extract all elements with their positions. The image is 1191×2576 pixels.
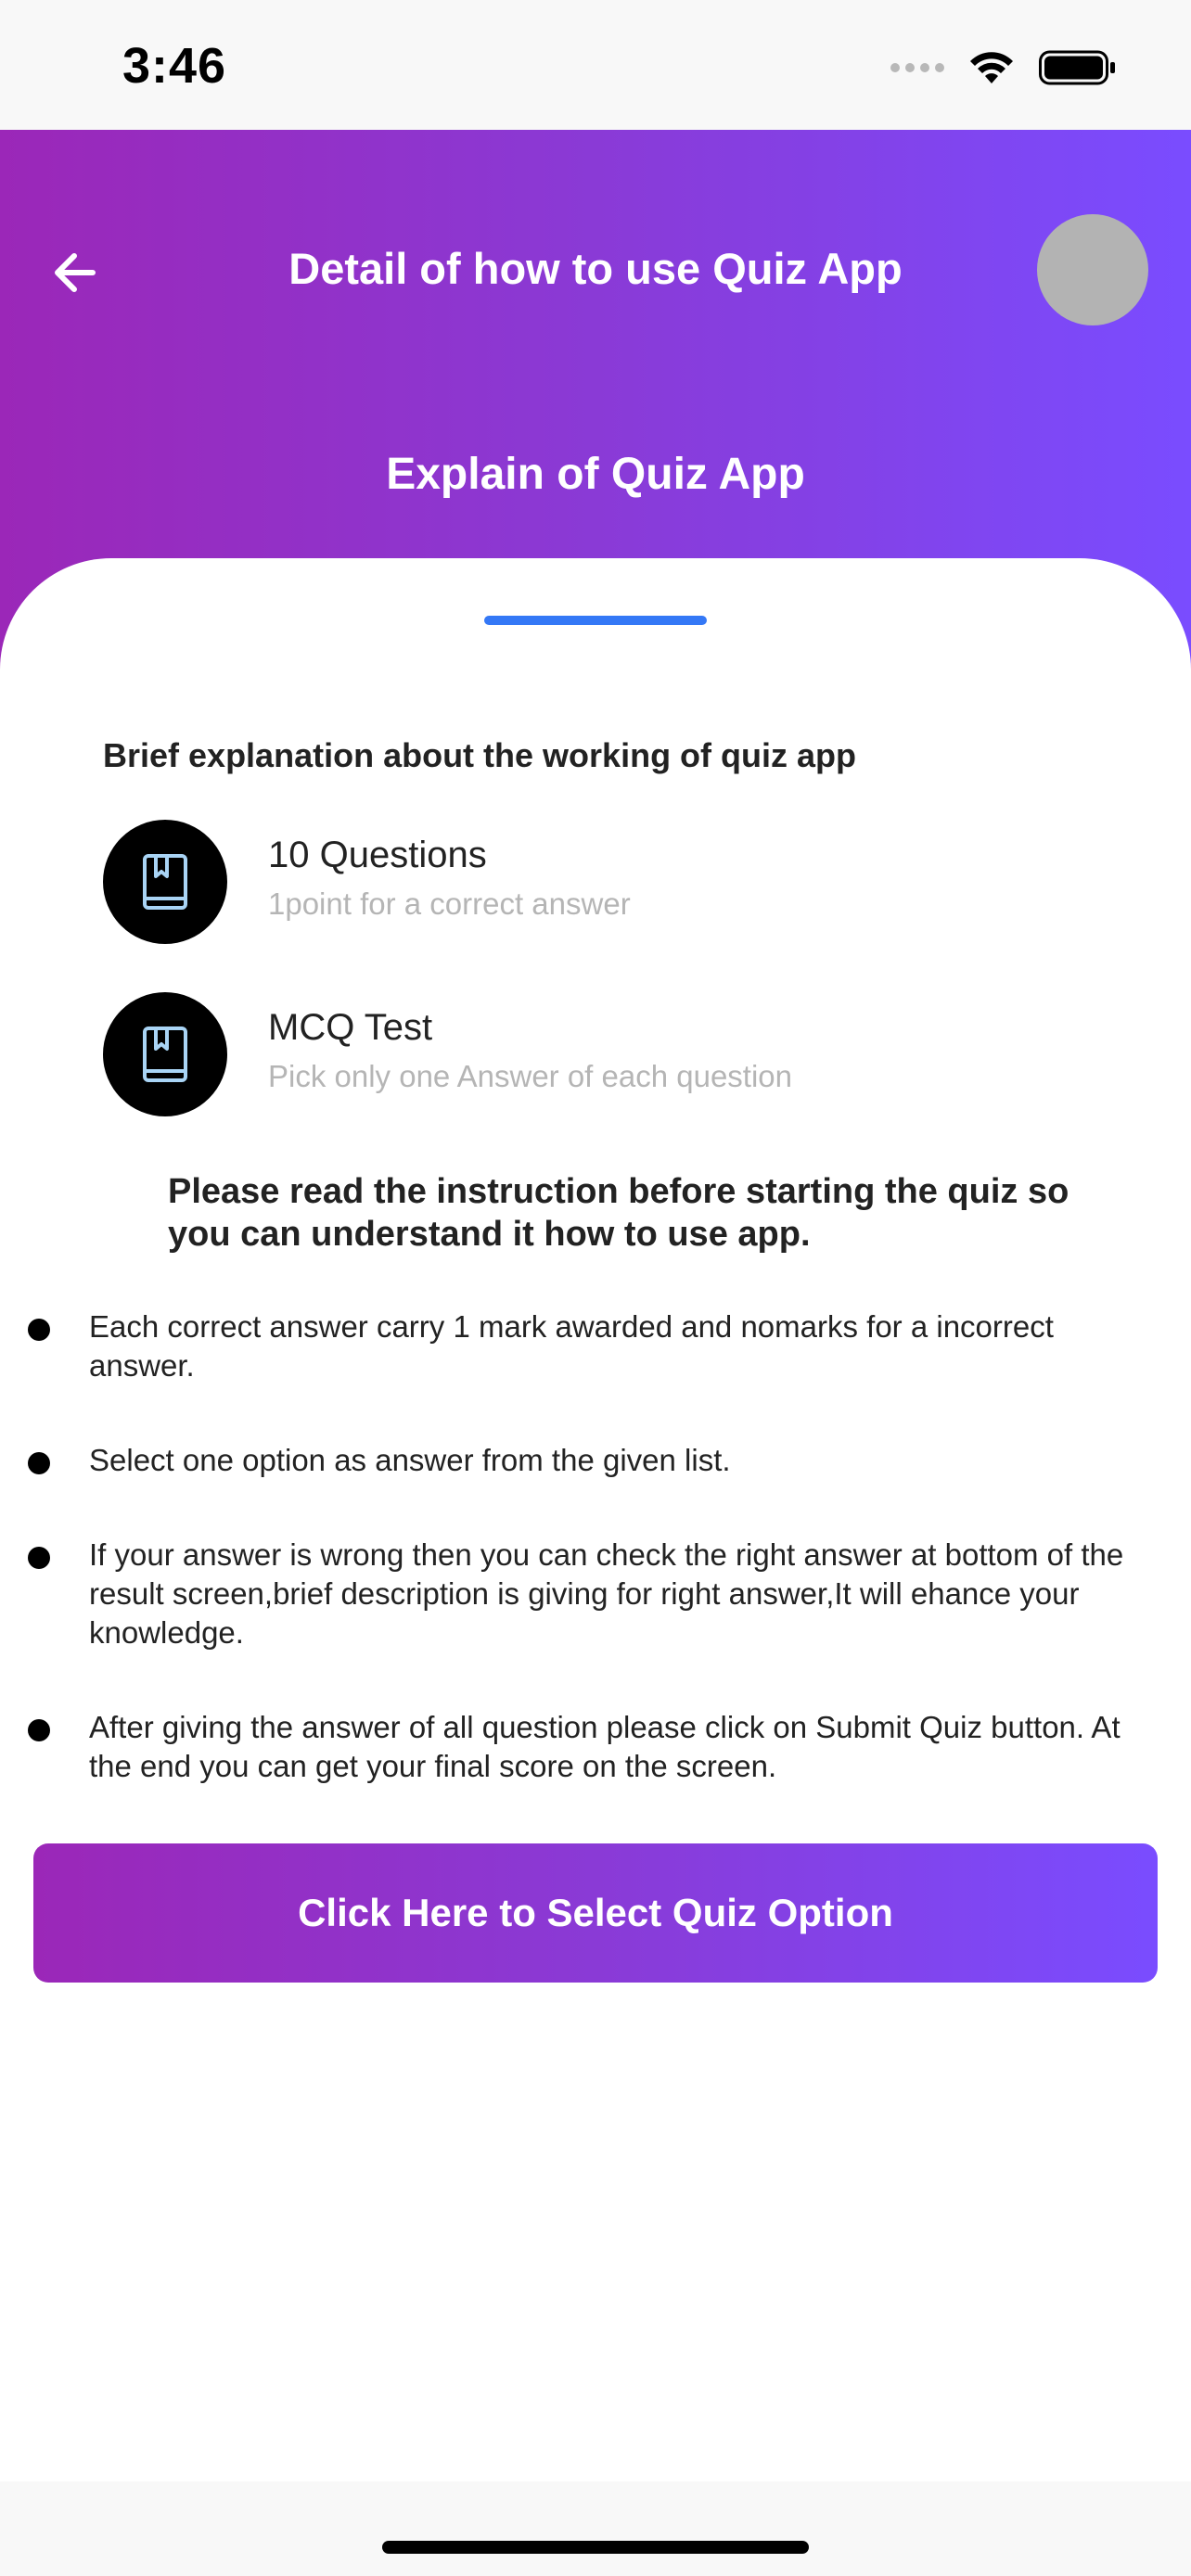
bullet-icon [28,1547,50,1569]
list-item: Each correct answer carry 1 mark awarded… [0,1307,1191,1385]
bullet-icon [28,1719,50,1741]
instructions-list: Each correct answer carry 1 mark awarded… [0,1307,1191,1842]
list-item: Select one option as answer from the giv… [0,1441,1191,1480]
list-item: If your answer is wrong then you can che… [0,1536,1191,1652]
instruction-notice: Please read the instruction before start… [168,1172,1069,1254]
bullet-icon [28,1452,50,1474]
status-icons [890,45,1117,91]
section-title: Explain of Quiz App [386,450,805,499]
feature-item-mcq: MCQ Test Pick only one Answer of each qu… [103,992,1123,1116]
home-indicator[interactable] [382,2541,809,2554]
battery-icon [1039,50,1115,85]
bookmark-book-icon [103,992,227,1116]
intro-text: Brief explanation about the working of q… [103,736,857,774]
status-time: 3:46 [122,38,227,94]
bookmark-book-icon [103,820,227,944]
bullet-icon [28,1319,50,1341]
instruction-text: Each correct answer carry 1 mark awarded… [89,1309,1054,1383]
instruction-text: Select one option as answer from the giv… [89,1443,731,1477]
cellular-signal-icon [890,63,944,72]
feature-title: 10 Questions [268,835,487,875]
wifi-icon [970,52,1013,83]
content-sheet: Brief explanation about the working of q… [0,558,1191,2483]
instruction-text: If your answer is wrong then you can che… [89,1537,1124,1650]
select-quiz-option-button[interactable]: Click Here to Select Quiz Option [33,1843,1158,1983]
list-item: After giving the answer of all question … [0,1708,1191,1786]
instruction-text: After giving the answer of all question … [89,1710,1121,1783]
page-title: Detail of how to use Quiz App [288,244,903,293]
feature-subtitle: 1point for a correct answer [268,886,631,921]
feature-subtitle: Pick only one Answer of each question [268,1059,793,1093]
feature-title: MCQ Test [268,1007,433,1048]
avatar[interactable] [1037,214,1148,325]
drag-handle[interactable] [484,616,707,625]
home-indicator-area [0,2481,1191,2576]
feature-item-questions: 10 Questions 1point for a correct answer [103,820,1123,944]
status-bar: 3:46 [0,0,1191,130]
